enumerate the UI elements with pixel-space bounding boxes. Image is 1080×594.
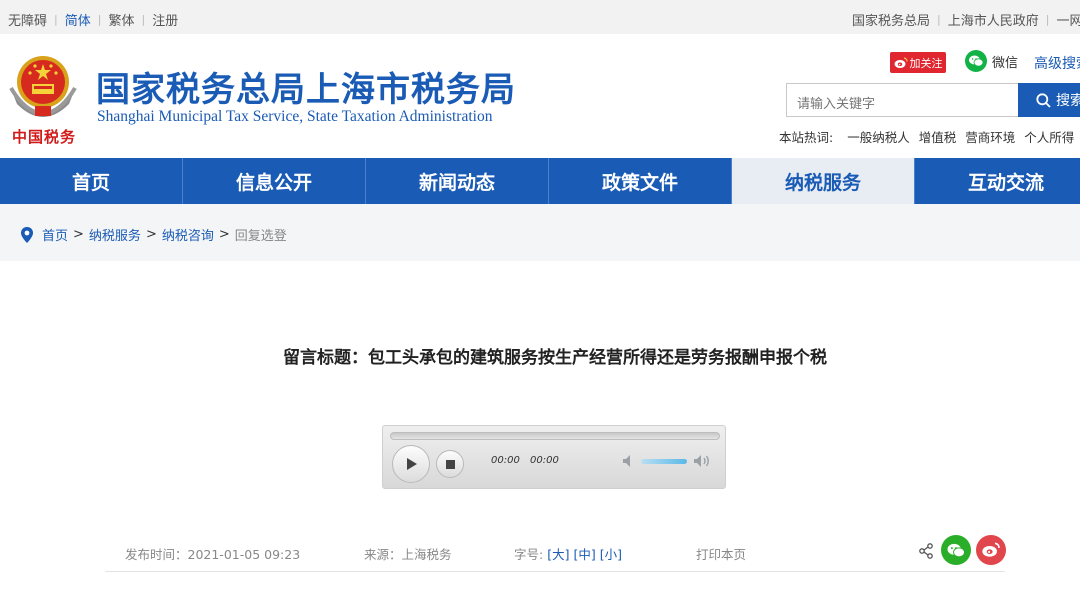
follow-label: 加关注: [909, 56, 943, 70]
separator: |: [141, 13, 146, 26]
separator: |: [54, 13, 58, 26]
search-button-label: 搜索: [1056, 93, 1080, 109]
hot-word-link[interactable]: 营商环境: [965, 127, 1015, 146]
nav-news[interactable]: 新闻动态: [366, 158, 549, 204]
nav-policy[interactable]: 政策文件: [549, 158, 732, 204]
top-left-links: 无障碍 | 简体 | 繁体 | 注册: [8, 10, 178, 29]
sat-link[interactable]: 国家税务总局: [852, 10, 930, 29]
breadcrumb-bar: 首页 > 纳税服务 > 纳税咨询 > 回复选登: [0, 204, 1080, 261]
share-wechat-button[interactable]: [941, 535, 971, 565]
hot-words-label: 本站热词:: [779, 130, 834, 145]
search-input[interactable]: [786, 83, 1020, 117]
nav-home[interactable]: 首页: [0, 158, 183, 204]
national-emblem-icon: [9, 56, 77, 117]
separator: |: [937, 13, 941, 26]
article-source: 来源：上海税务: [364, 547, 452, 562]
breadcrumb-current: 回复选登: [234, 229, 287, 244]
simplified-chinese-link[interactable]: 简体: [65, 10, 91, 29]
site-header: 中国税务 国家税务总局上海市税务局 Shanghai Municipal Tax…: [0, 34, 1080, 158]
site-subtitle: Shanghai Municipal Tax Service, State Ta…: [97, 108, 493, 125]
weibo-icon: [982, 542, 1000, 557]
accessibility-link[interactable]: 无障碍: [8, 10, 47, 29]
volume-slider[interactable]: [641, 459, 687, 464]
wechat-icon: [965, 50, 987, 72]
nav-tax-service[interactable]: 纳税服务: [732, 158, 915, 204]
stop-button[interactable]: [436, 450, 464, 478]
audio-progress-bar[interactable]: [390, 432, 720, 440]
volume-mute-icon[interactable]: [622, 454, 636, 468]
nav-info-disclosure[interactable]: 信息公开: [183, 158, 366, 204]
print-page-link[interactable]: 打印本页: [696, 544, 746, 563]
article-meta: 发布时间：2021-01-05 09:23 来源：上海税务 字号: [大] [中…: [0, 535, 1080, 572]
site-title[interactable]: 国家税务总局上海市税务局: [96, 62, 516, 111]
shanghai-gov-link[interactable]: 上海市人民政府: [948, 10, 1039, 29]
top-utility-bar: 无障碍 | 简体 | 繁体 | 注册 国家税务总局 | 上海市人民政府 | 一网…: [0, 0, 1080, 34]
article-panel: 留言标题：包工头承包的建筑服务按生产经营所得还是劳务报酬申报个税 00:00 0…: [0, 261, 1080, 594]
breadcrumb-separator: >: [145, 227, 157, 242]
breadcrumb: 首页 > 纳税服务 > 纳税咨询 > 回复选登: [20, 225, 287, 244]
nav-interaction[interactable]: 互动交流: [915, 158, 1080, 204]
traditional-chinese-link[interactable]: 繁体: [108, 10, 134, 29]
font-size-small[interactable]: 小: [605, 547, 618, 562]
breadcrumb-separator: >: [73, 227, 84, 242]
separator: |: [1045, 13, 1050, 26]
audio-player: 00:00 00:00: [382, 425, 726, 489]
breadcrumb-separator: >: [218, 227, 230, 242]
font-size-large[interactable]: 大: [552, 547, 565, 562]
publish-time: 发布时间：2021-01-05 09:23: [125, 547, 301, 562]
duration: 00:00: [530, 455, 559, 466]
hot-words: 本站热词: 一般纳税人 增值税 营商环境 个人所得: [779, 127, 1074, 146]
hot-word-link[interactable]: 一般纳税人: [847, 127, 910, 146]
hot-word-link[interactable]: 增值税: [919, 127, 957, 146]
font-size-label: 字号:: [514, 547, 544, 562]
share-weibo-button[interactable]: [976, 535, 1006, 565]
wechat-link[interactable]: 微信: [965, 50, 1018, 72]
font-size-medium[interactable]: 中: [578, 547, 591, 562]
main-nav: 首页 信息公开 新闻动态 政策文件 纳税服务 互动交流: [0, 158, 1080, 204]
weibo-follow-button[interactable]: 加关注: [890, 52, 946, 73]
emblem-caption: 中国税务: [12, 128, 77, 146]
stop-icon: [445, 459, 455, 469]
advanced-search-link[interactable]: 高级搜索: [1034, 53, 1080, 73]
one-network-link[interactable]: 一网通: [1056, 10, 1080, 29]
wechat-icon: [947, 543, 965, 557]
play-icon: [407, 458, 417, 470]
separator: |: [97, 13, 102, 26]
top-right-links: 国家税务总局 | 上海市人民政府 | 一网通: [852, 10, 1080, 29]
volume-max-icon[interactable]: [693, 453, 711, 469]
weibo-icon: [894, 56, 908, 68]
breadcrumb-tax-service[interactable]: 纳税服务: [89, 225, 141, 244]
meta-divider: [105, 571, 1005, 572]
wechat-label: 微信: [992, 55, 1019, 71]
search-button[interactable]: 搜索: [1018, 83, 1080, 117]
breadcrumb-tax-consult[interactable]: 纳税咨询: [162, 225, 214, 244]
location-pin-icon: [21, 226, 33, 243]
play-button[interactable]: [392, 445, 430, 483]
hot-word-link[interactable]: 个人所得: [1024, 127, 1074, 146]
font-size-control: 字号: [大] [中] [小]: [514, 547, 623, 562]
search-icon: [1036, 92, 1051, 108]
register-link[interactable]: 注册: [152, 10, 178, 29]
current-time: 00:00: [491, 455, 520, 466]
share-icon[interactable]: [918, 543, 934, 559]
article-title: 留言标题：包工头承包的建筑服务按生产经营所得还是劳务报酬申报个税: [283, 348, 827, 368]
breadcrumb-home[interactable]: 首页: [42, 225, 68, 244]
